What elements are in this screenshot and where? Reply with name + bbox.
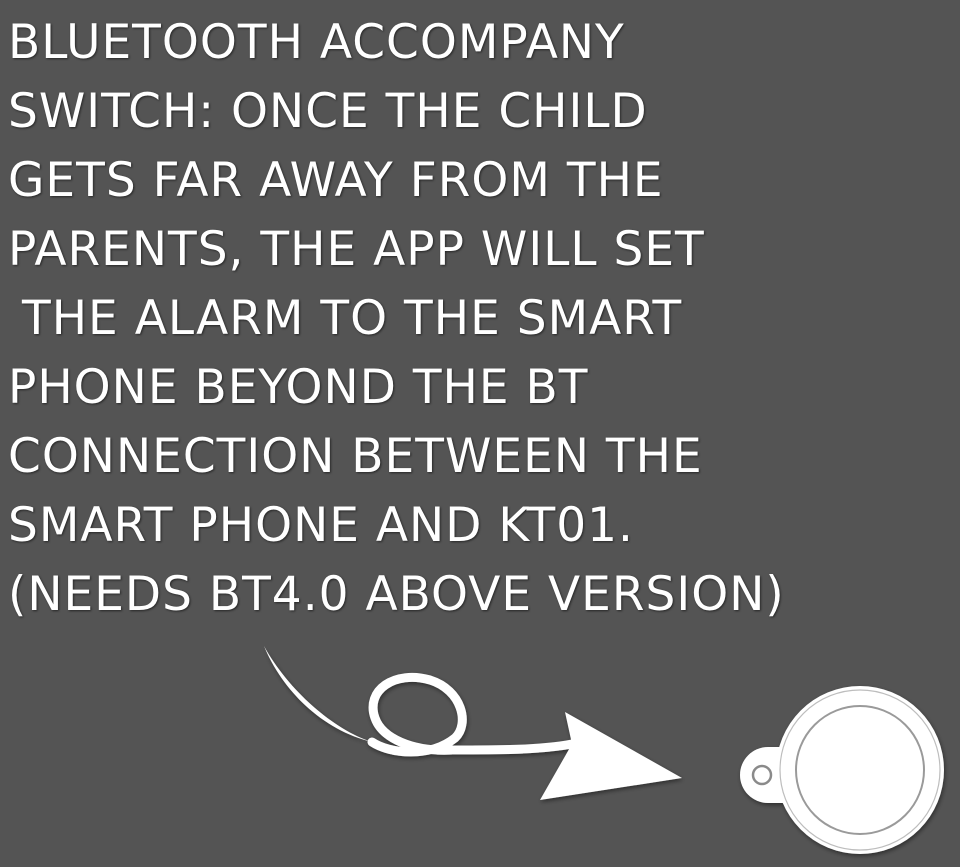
kt01-tag-icon: [740, 686, 944, 854]
looping-arrow-icon: [264, 646, 682, 800]
illustration: [264, 646, 944, 854]
